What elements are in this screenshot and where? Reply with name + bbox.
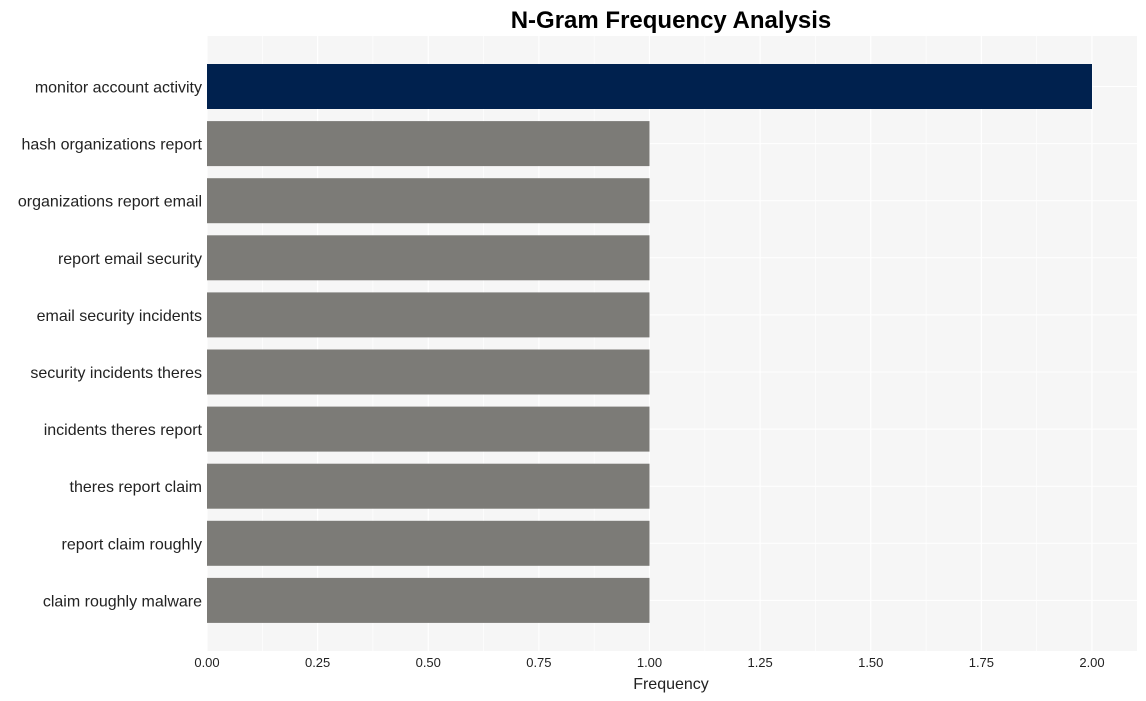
- y-tick-label: email security incidents: [37, 308, 202, 325]
- y-tick-label: security incidents theres: [30, 365, 202, 382]
- bar-security-incidents-theres: [207, 349, 650, 395]
- bar-theres-report-claim: [207, 463, 650, 509]
- x-axis-ticks: 0.00 0.25 0.50 0.75 1.00 1.25 1.50 1.75 2.00: [194, 655, 1104, 670]
- x-tick-label: 0.25: [305, 655, 330, 670]
- x-axis-label: Frequency: [633, 676, 709, 693]
- y-tick-label: report claim roughly: [62, 536, 203, 553]
- y-tick-label: claim roughly malware: [43, 593, 202, 610]
- bar-email-security-incidents: [207, 292, 650, 338]
- y-tick-label: organizations report email: [18, 194, 202, 211]
- bar-monitor-account-activity: [207, 64, 1092, 109]
- bar-incidents-theres-report: [207, 406, 650, 452]
- x-tick-label: 1.00: [637, 655, 662, 670]
- x-tick-label: 1.75: [969, 655, 994, 670]
- chart-title: N-Gram Frequency Analysis: [511, 7, 832, 34]
- x-tick-label: 0.00: [194, 655, 219, 670]
- bar-claim-roughly-malware: [207, 577, 650, 623]
- y-tick-label: incidents theres report: [44, 422, 203, 439]
- y-tick-label: monitor account activity: [35, 80, 202, 97]
- bar-report-claim-roughly: [207, 520, 650, 566]
- ngram-bar-chart: monitor account activity hash organizatio…: [18, 7, 1137, 693]
- x-tick-label: 0.75: [526, 655, 551, 670]
- x-tick-label: 1.50: [858, 655, 883, 670]
- bar-report-email-security: [207, 235, 650, 281]
- bar-hash-organizations-report: [207, 121, 650, 167]
- x-tick-label: 2.00: [1079, 655, 1104, 670]
- y-tick-label: report email security: [58, 251, 202, 268]
- bar-organizations-report-email: [207, 178, 650, 224]
- x-tick-label: 1.25: [747, 655, 772, 670]
- y-tick-label: hash organizations report: [21, 137, 202, 154]
- x-tick-label: 0.50: [416, 655, 441, 670]
- y-axis-labels: monitor account activity hash organizatio…: [18, 80, 203, 611]
- y-tick-label: theres report claim: [70, 479, 203, 496]
